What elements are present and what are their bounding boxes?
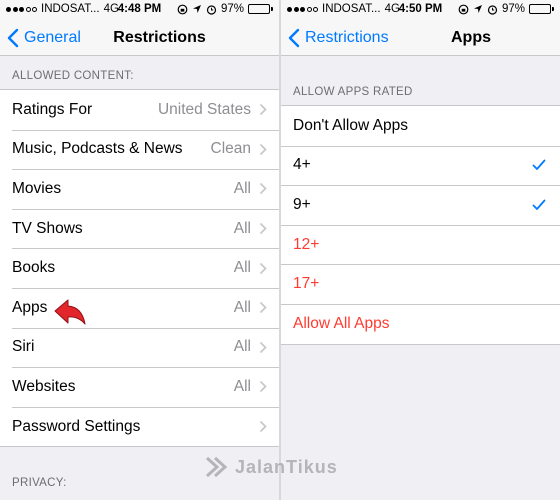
- rotation-lock-icon: [177, 4, 188, 14]
- option-17-plus[interactable]: 17+: [281, 264, 560, 304]
- option-dont-allow-apps[interactable]: Don't Allow Apps: [281, 106, 560, 146]
- checkmark-icon: [532, 199, 546, 210]
- location-icon: [473, 5, 482, 13]
- option-label: 4+: [293, 156, 311, 174]
- row-apps[interactable]: Apps All: [0, 287, 279, 328]
- chevron-right-icon: [259, 222, 267, 235]
- location-icon: [192, 5, 201, 13]
- row-value: All: [233, 259, 251, 277]
- row-value: United States: [157, 100, 251, 118]
- status-bar: INDOSAT... 4G 4:48 PM 97%: [0, 0, 279, 20]
- watermark-text: JalanTikus: [235, 456, 338, 477]
- checkmark-icon: [532, 159, 546, 171]
- row-ratings-for[interactable]: Ratings For United States: [0, 90, 279, 130]
- chevron-right-icon: [259, 262, 267, 274]
- row-label: Apps: [12, 298, 48, 316]
- option-9-plus[interactable]: 9+: [281, 185, 560, 225]
- chevron-right-icon: [259, 381, 267, 393]
- row-label: Ratings For: [12, 100, 93, 118]
- restrictions-screen: INDOSAT... 4G 4:48 PM 97% General Restri…: [0, 0, 279, 500]
- alarm-icon: [487, 4, 498, 15]
- row-value: All: [233, 338, 251, 356]
- chevron-left-icon: [7, 28, 19, 48]
- page-title: Apps: [451, 29, 491, 46]
- section-header-allowed-content: ALLOWED CONTENT:: [12, 70, 134, 82]
- jalantikus-logo-icon: [205, 456, 228, 478]
- row-label: Books: [12, 259, 56, 277]
- chevron-right-icon: [259, 183, 267, 195]
- watermark: JalanTikus: [205, 456, 338, 478]
- back-button[interactable]: General: [4, 20, 81, 56]
- row-value: All: [233, 377, 251, 395]
- status-bar: INDOSAT... 4G 4:50 PM 97%: [281, 0, 560, 20]
- back-button-label: General: [24, 29, 81, 46]
- option-label: 9+: [293, 195, 311, 213]
- row-label: Password Settings: [12, 417, 141, 435]
- row-value: Clean: [210, 140, 252, 158]
- row-value: All: [233, 298, 251, 316]
- row-tv-shows[interactable]: TV Shows All: [0, 208, 279, 249]
- row-movies[interactable]: Movies All: [0, 169, 279, 209]
- row-music-podcasts-news[interactable]: Music, Podcasts & News Clean: [0, 129, 279, 170]
- battery-percent: 97%: [501, 3, 525, 15]
- back-button[interactable]: Restrictions: [285, 20, 389, 56]
- option-label: 12+: [293, 235, 320, 253]
- battery-icon: [529, 4, 554, 14]
- row-siri[interactable]: Siri All: [0, 327, 279, 368]
- chevron-left-icon: [288, 28, 300, 48]
- chevron-right-icon: [259, 143, 267, 155]
- battery-icon: [248, 4, 273, 14]
- apps-restriction-screen: INDOSAT... 4G 4:50 PM 97% Restrictions A…: [281, 0, 560, 500]
- row-value: All: [233, 179, 251, 197]
- row-websites[interactable]: Websites All: [0, 367, 279, 407]
- option-allow-all-apps[interactable]: Allow All Apps: [281, 303, 560, 344]
- chevron-right-icon: [259, 420, 267, 433]
- chevron-right-icon: [259, 104, 267, 116]
- navigation-bar: General Restrictions: [0, 20, 279, 56]
- battery-percent: 97%: [220, 3, 244, 15]
- back-button-label: Restrictions: [305, 29, 389, 46]
- alarm-icon: [206, 4, 217, 15]
- row-password-settings[interactable]: Password Settings: [0, 406, 279, 447]
- option-12-plus[interactable]: 12+: [281, 224, 560, 265]
- row-label: Music, Podcasts & News: [12, 140, 183, 158]
- row-value: All: [233, 219, 251, 237]
- red-arrow-pointer-icon: [54, 299, 86, 325]
- row-books[interactable]: Books All: [0, 248, 279, 288]
- section-header-privacy: PRIVACY:: [12, 477, 67, 490]
- option-label: 17+: [293, 275, 320, 293]
- row-label: Websites: [12, 377, 76, 395]
- allowed-content-list: Ratings For United States Music, Podcasts…: [0, 89, 279, 448]
- row-label: Movies: [12, 179, 62, 197]
- app-rating-options-list: Don't Allow Apps 4+ 9+ 12+ 17+ Allow All…: [281, 105, 560, 345]
- rotation-lock-icon: [458, 4, 469, 14]
- navigation-bar: Restrictions Apps: [281, 20, 560, 56]
- chevron-right-icon: [259, 302, 267, 314]
- row-label: Siri: [12, 338, 35, 356]
- option-label: Allow All Apps: [293, 314, 390, 332]
- chevron-right-icon: [259, 341, 267, 353]
- option-label: Don't Allow Apps: [293, 116, 408, 134]
- option-4-plus[interactable]: 4+: [281, 145, 560, 186]
- section-header-allow-apps-rated: ALLOW APPS RATED: [293, 86, 413, 98]
- row-label: TV Shows: [12, 219, 83, 237]
